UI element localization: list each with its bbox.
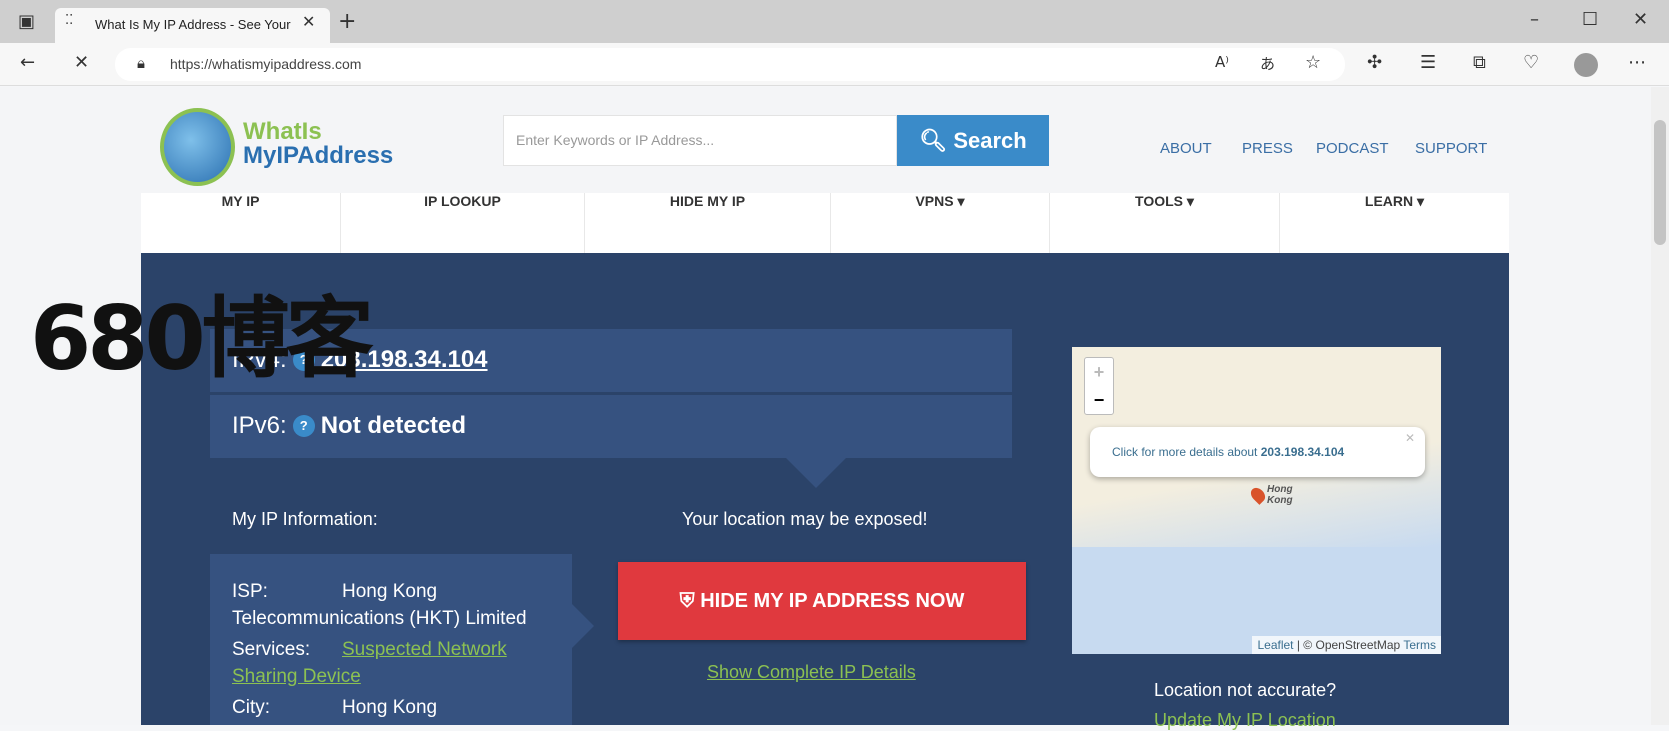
new-tab-icon[interactable]: + [338,9,356,34]
shield-icon: ⛨ [679,590,695,612]
map-attribution: Leaflet | © OpenStreetMap Terms [1252,636,1441,654]
pointer-arrow [786,458,846,488]
link-press[interactable]: PRESS [1242,140,1293,157]
services-label: Services: [232,639,311,660]
tab-title: What Is My IP Address - See Your [95,17,291,32]
info-heading: My IP Information: [232,509,378,529]
browser-tab[interactable]: What Is My IP Address - See Your [55,8,330,43]
city-label: City: [232,697,270,718]
search-label: Search [953,128,1027,153]
stop-icon[interactable]: ✕ [74,52,89,73]
location-map[interactable]: + − Click for more details about 203.198.… [1072,347,1441,654]
close-tab-icon[interactable]: ✕ [302,12,315,31]
avatar[interactable] [1574,53,1598,77]
ipv6-value: Not detected [320,412,467,439]
extensions-icon[interactable]: ✣ [1367,52,1382,73]
scrollbar-thumb[interactable] [1654,120,1666,245]
search-icon: 🔍︎ [919,128,948,153]
help-icon[interactable]: ? [292,415,315,437]
link-podcast[interactable]: PODCAST [1316,140,1389,157]
isp-label: ISP: [232,581,268,602]
hide-ip-button[interactable]: ⛨ HIDE MY IP ADDRESS NOW [618,562,1026,640]
favorites-icon[interactable]: ☰ [1420,52,1436,73]
location-warning: Your location may be exposed! [682,509,928,529]
update-location-link[interactable]: Update My IP Location [1154,710,1336,731]
favorite-icon[interactable]: ☆ [1305,52,1321,73]
link-about[interactable]: ABOUT [1160,140,1212,157]
hide-ip-label: HIDE MY IP ADDRESS NOW [700,590,965,612]
link-support[interactable]: SUPPORT [1415,140,1487,157]
translate-icon[interactable]: あ [1260,53,1275,74]
nav-learn[interactable]: LEARN ▾ [1280,193,1509,253]
ipv6-row: IPv6:? Not detected [210,395,1012,458]
lock-icon[interactable]: 🔒︎ [137,54,145,72]
url-text[interactable]: https://whatismyipaddress.com [170,56,361,72]
ipv6-label: IPv6: [232,412,287,439]
nav-hide-my-ip[interactable]: HIDE MY IP [585,193,831,253]
tab-actions-icon[interactable]: ▣ [18,11,35,32]
performance-icon[interactable]: ♡ [1523,52,1539,73]
leaflet-link[interactable]: Leaflet [1257,638,1293,652]
back-icon[interactable]: ← [20,52,35,73]
zoom-in-button[interactable]: + [1085,358,1113,386]
close-window-icon[interactable]: ✕ [1633,9,1648,30]
nav-vpns[interactable]: VPNS ▾ [831,193,1050,253]
location-question: Location not accurate? [1154,680,1337,700]
search-input[interactable]: Enter Keywords or IP Address... [503,115,897,166]
nav-my-ip[interactable]: MY IP [141,193,341,253]
logo[interactable]: WhatIs MyIPAddress [243,120,393,168]
popup-text: Click for more details about [1112,445,1258,459]
loading-icon: ⁚⁚ [65,13,74,28]
city-value: Hong Kong [342,697,438,718]
popup-ip-link[interactable]: 203.198.34.104 [1261,445,1344,459]
osm-credit[interactable]: | © OpenStreetMap [1297,638,1400,652]
info-arrow [572,604,594,648]
terms-link[interactable]: Terms [1403,638,1436,652]
ip-info-box: ISP: Hong Kong Telecommunications (HKT) L… [210,554,572,725]
map-popup[interactable]: Click for more details about 203.198.34.… [1090,427,1425,477]
nav-tools[interactable]: TOOLS ▾ [1050,193,1280,253]
minimize-icon[interactable]: – [1530,9,1539,30]
maximize-icon[interactable]: ☐ [1582,9,1598,30]
read-aloud-icon[interactable]: A⁾ [1215,53,1229,71]
main-nav: MY IP IP LOOKUP HIDE MY IP VPNS ▾ TOOLS … [141,193,1509,253]
watermark: 680博客 [30,287,374,390]
search-button[interactable]: 🔍︎ Search [897,115,1049,166]
map-label: Hong Kong [1267,484,1293,506]
nav-ip-lookup[interactable]: IP LOOKUP [341,193,585,253]
show-details-link[interactable]: Show Complete IP Details [707,662,916,683]
more-icon[interactable]: ⋯ [1628,52,1646,73]
popup-close-icon[interactable]: ✕ [1405,431,1415,445]
zoom-out-button[interactable]: − [1085,386,1113,414]
zoom-controls: + − [1084,357,1114,415]
collections-icon[interactable]: ⧉ [1473,52,1486,73]
logo-globe-icon[interactable] [160,108,235,186]
